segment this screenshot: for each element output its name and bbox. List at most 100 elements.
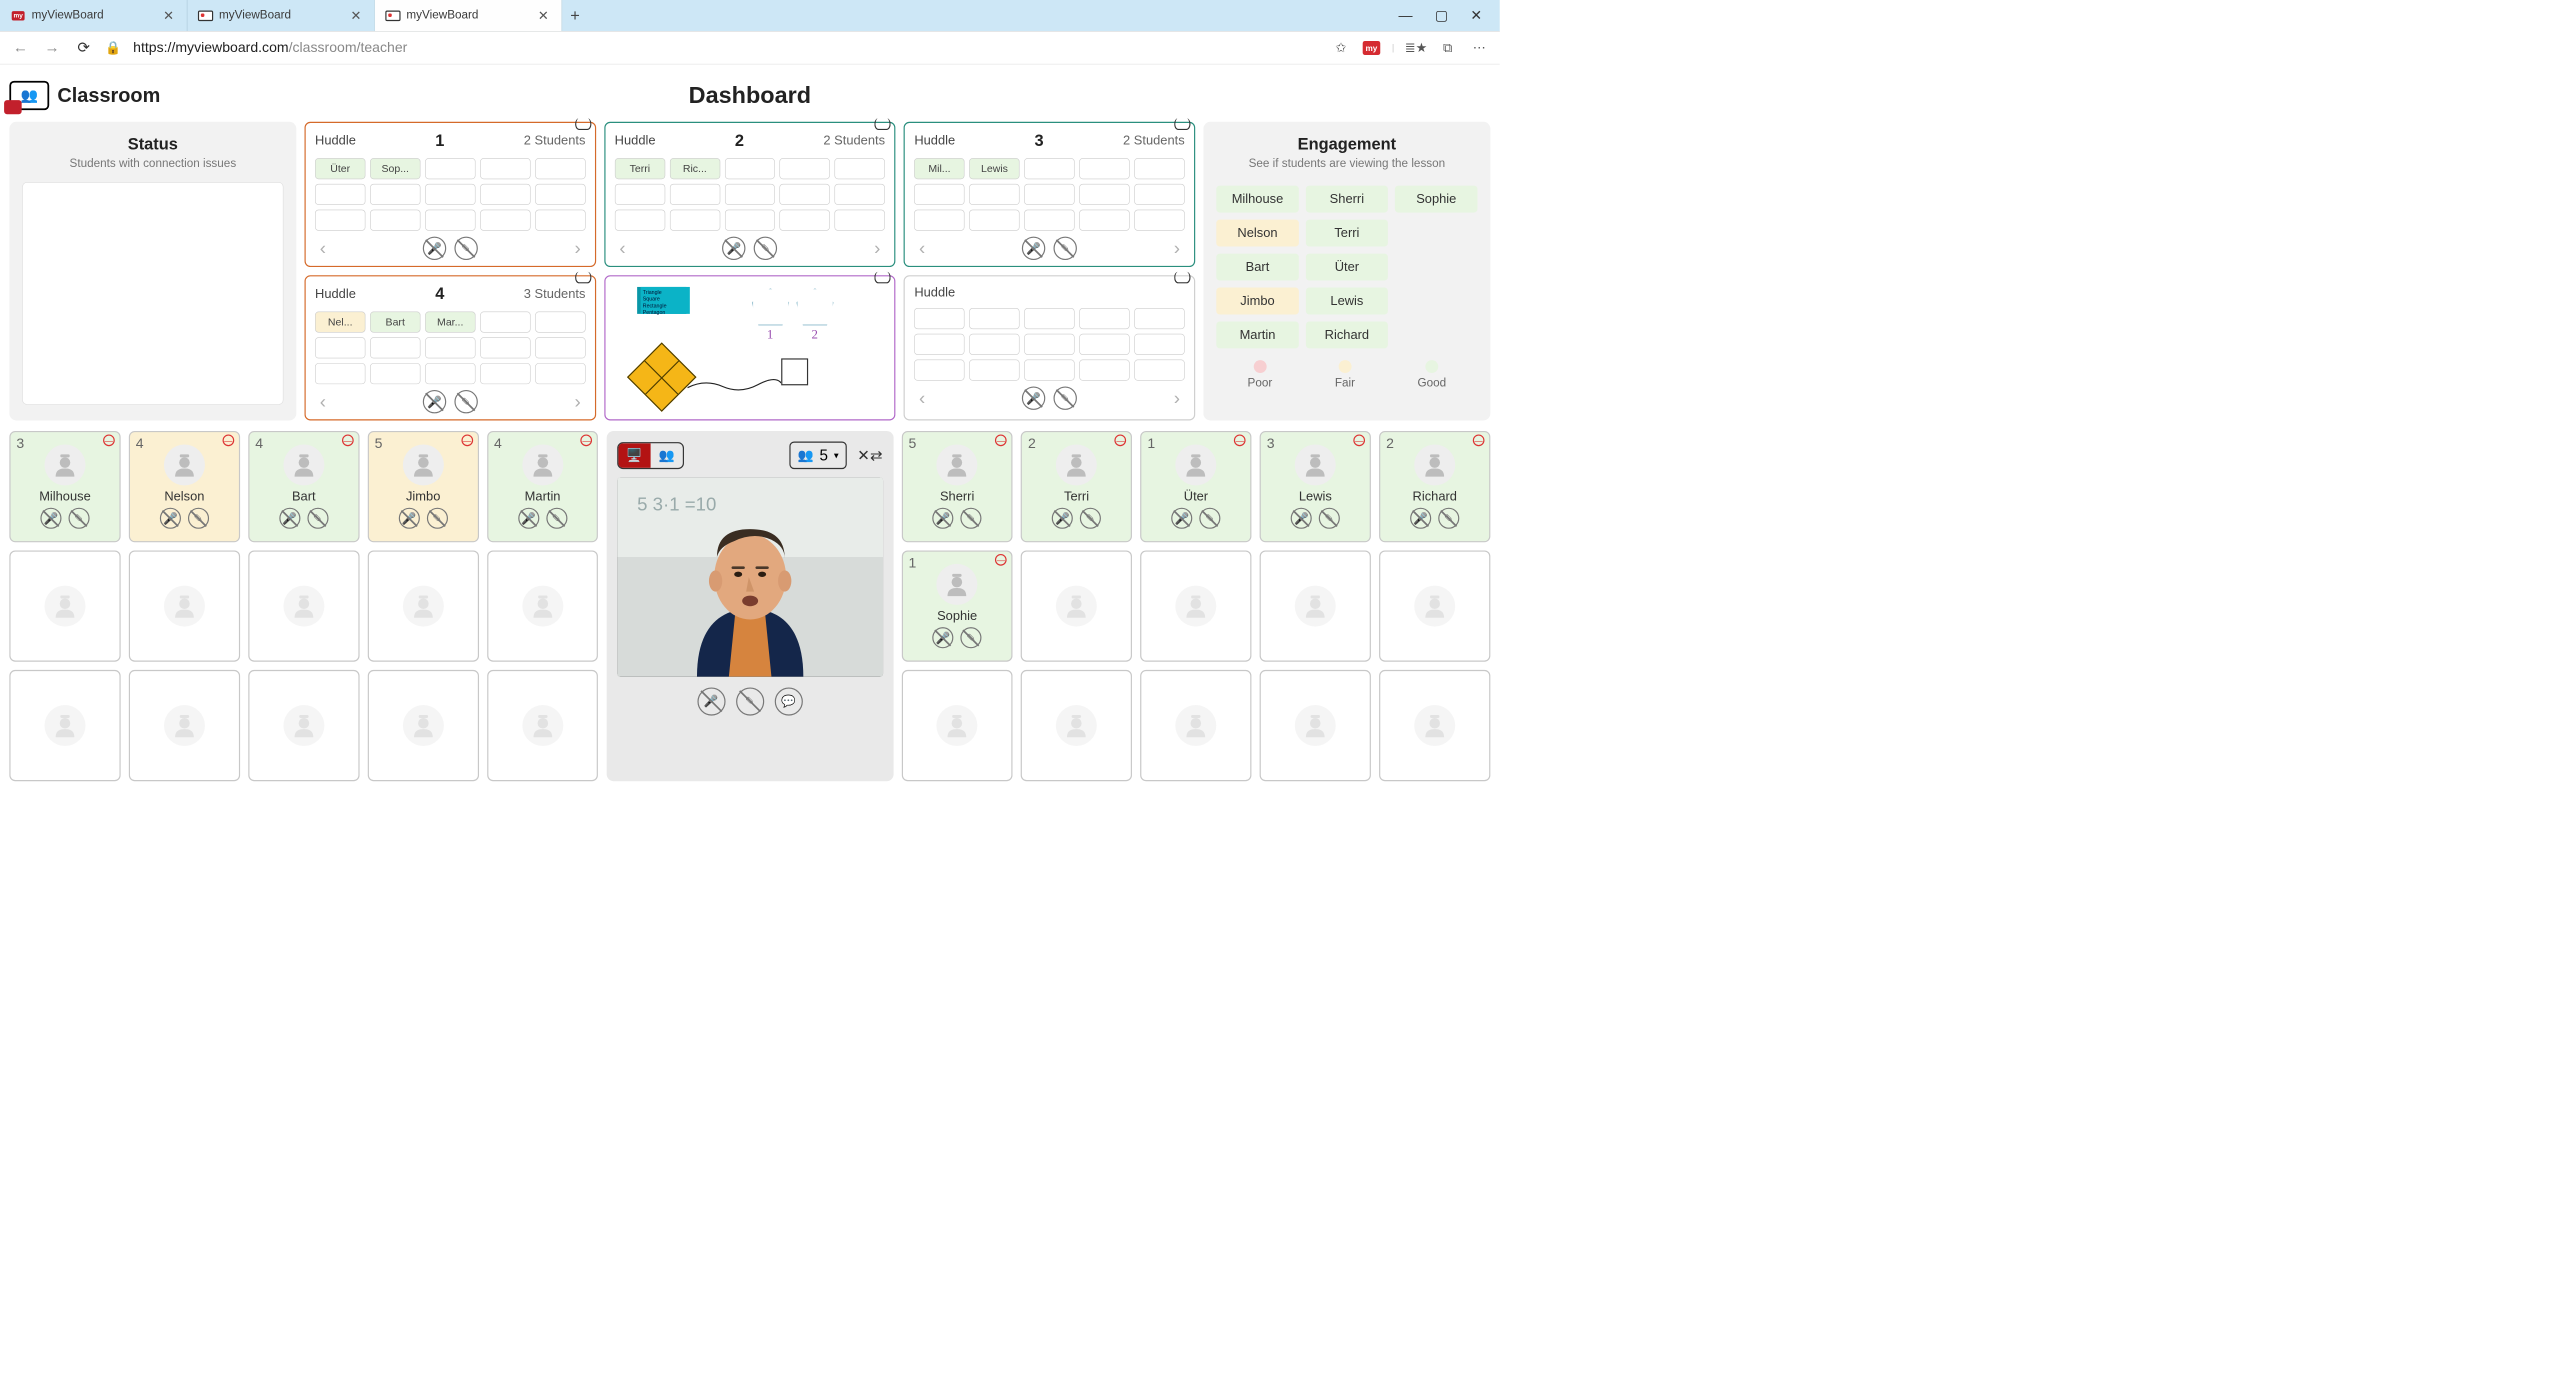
student-slot-empty[interactable] (315, 184, 365, 205)
student-slot-empty[interactable] (914, 210, 964, 231)
remove-student-icon[interactable]: — (1473, 435, 1485, 447)
student-slot-empty[interactable] (1024, 308, 1074, 329)
student-slot-empty[interactable] (615, 210, 665, 231)
remove-student-icon[interactable]: — (461, 435, 473, 447)
close-tab-icon[interactable]: ✕ (348, 8, 363, 23)
student-card[interactable]: 1 —Üter 🎤 ✎ (1140, 431, 1251, 542)
remove-student-icon[interactable]: — (222, 435, 234, 447)
student-slot-empty[interactable] (480, 312, 530, 333)
student-slot-empty[interactable] (370, 363, 420, 384)
huddle-card[interactable]: Huddle12 Students ÜterSop... ‹ 🎤✎ › (305, 122, 596, 267)
student-slot-empty[interactable] (780, 184, 830, 205)
student-card-empty[interactable] (1021, 670, 1132, 781)
student-slot-empty[interactable] (969, 334, 1019, 355)
student-slot-empty[interactable] (315, 337, 365, 358)
huddle-card[interactable]: Huddle ‹ 🎤✎ › (904, 275, 1195, 420)
student-card[interactable]: 4 —Martin 🎤 ✎ (487, 431, 598, 542)
forward-button[interactable]: → (42, 38, 62, 58)
huddle-card[interactable]: Huddle43 Students Nel...BartMar... ‹ 🎤✎ … (305, 275, 596, 420)
student-card-empty[interactable] (129, 550, 240, 661)
student-slot-empty[interactable] (1079, 334, 1129, 355)
refresh-button[interactable]: ⟳ (74, 38, 94, 58)
mic-mute-icon[interactable]: 🎤 (1291, 508, 1312, 529)
mic-mute-icon[interactable]: 🎤 (1171, 508, 1192, 529)
student-card[interactable]: 1 —Sophie 🎤 ✎ (902, 550, 1013, 661)
student-card[interactable]: 5 —Jimbo 🎤 ✎ (368, 431, 479, 542)
chevron-left-icon[interactable]: ‹ (315, 391, 331, 413)
student-card-empty[interactable] (902, 670, 1013, 781)
student-slot-empty[interactable] (425, 337, 475, 358)
student-slot-empty[interactable] (1134, 158, 1184, 179)
pen-disable-icon[interactable]: ✎ (1054, 386, 1077, 409)
favorites-bar-icon[interactable]: ≣★ (1406, 38, 1426, 58)
student-slot-empty[interactable] (315, 363, 365, 384)
student-slot-empty[interactable] (535, 363, 585, 384)
whiteboard-tile[interactable]: TriangleSquareRectanglePentagon 1 2 (604, 275, 895, 420)
student-card-empty[interactable] (1140, 670, 1251, 781)
engagement-chip[interactable]: Terri (1306, 220, 1388, 247)
student-slot-empty[interactable] (725, 210, 775, 231)
student-slot[interactable]: Üter (315, 158, 365, 179)
student-slot-empty[interactable] (969, 308, 1019, 329)
pen-disable-icon[interactable]: ✎ (961, 627, 982, 648)
student-card-empty[interactable] (1140, 550, 1251, 661)
student-slot-empty[interactable] (615, 184, 665, 205)
engagement-chip[interactable]: Lewis (1306, 288, 1388, 315)
chevron-right-icon[interactable]: › (570, 391, 586, 413)
student-slot-empty[interactable] (1024, 334, 1074, 355)
student-card[interactable]: 2 —Richard 🎤 ✎ (1379, 431, 1490, 542)
student-slot[interactable]: Sop... (370, 158, 420, 179)
remove-student-icon[interactable]: — (1115, 435, 1127, 447)
maximize-icon[interactable]: ▢ (1435, 7, 1448, 24)
chevron-right-icon[interactable]: › (869, 237, 885, 259)
flip-icon[interactable] (874, 118, 890, 130)
student-card-empty[interactable] (1379, 550, 1490, 661)
student-slot-empty[interactable] (535, 158, 585, 179)
minimize-icon[interactable]: — (1399, 7, 1413, 23)
student-slot-empty[interactable] (425, 158, 475, 179)
mic-mute-icon[interactable]: 🎤 (423, 237, 446, 260)
pen-disable-icon[interactable]: ✎ (546, 508, 567, 529)
chevron-left-icon[interactable]: ‹ (315, 237, 331, 259)
student-card-empty[interactable] (368, 550, 479, 661)
student-card-empty[interactable] (487, 550, 598, 661)
engagement-chip[interactable]: Martin (1216, 321, 1298, 348)
remove-student-icon[interactable]: — (995, 554, 1007, 566)
more-icon[interactable]: ⋯ (1469, 38, 1489, 58)
mic-mute-icon[interactable]: 🎤 (423, 390, 446, 413)
chat-icon[interactable]: 💬 (774, 687, 802, 715)
mic-mute-icon[interactable]: 🎤 (279, 508, 300, 529)
pen-disable-icon[interactable]: ✎ (1199, 508, 1220, 529)
student-slot[interactable]: Lewis (969, 158, 1019, 179)
mic-mute-icon[interactable]: 🎤 (1410, 508, 1431, 529)
engagement-chip[interactable]: Nelson (1216, 220, 1298, 247)
browser-tab[interactable]: myViewBoard✕ (375, 0, 562, 31)
student-card-empty[interactable] (1379, 670, 1490, 781)
student-slot-empty[interactable] (1134, 184, 1184, 205)
engagement-chip[interactable]: Bart (1216, 254, 1298, 281)
student-slot-empty[interactable] (1079, 308, 1129, 329)
back-button[interactable]: ← (11, 38, 31, 58)
student-slot-empty[interactable] (425, 363, 475, 384)
remove-student-icon[interactable]: — (1353, 435, 1365, 447)
student-slot-empty[interactable] (1024, 184, 1074, 205)
student-slot-empty[interactable] (969, 210, 1019, 231)
student-card-empty[interactable] (1021, 550, 1132, 661)
group-size-select[interactable]: 👥 5 ▾ (789, 442, 846, 470)
mic-mute-icon[interactable]: 🎤 (1052, 508, 1073, 529)
extension-myviewboard-icon[interactable]: my (1363, 41, 1381, 55)
engagement-chip[interactable]: Jimbo (1216, 288, 1298, 315)
student-slot-empty[interactable] (535, 210, 585, 231)
flip-icon[interactable] (1174, 272, 1190, 284)
huddle-card[interactable]: Huddle22 Students TerriRic... ‹ 🎤✎ › (604, 122, 895, 267)
chevron-left-icon[interactable]: ‹ (615, 237, 631, 259)
pen-disable-icon[interactable]: ✎ (1080, 508, 1101, 529)
student-slot-empty[interactable] (1079, 360, 1129, 381)
student-slot-empty[interactable] (780, 210, 830, 231)
pen-disable-icon[interactable]: ✎ (68, 508, 89, 529)
student-card[interactable]: 3 —Milhouse 🎤 ✎ (9, 431, 120, 542)
student-card-empty[interactable] (129, 670, 240, 781)
mode-grid-icon[interactable]: 👥 (651, 443, 683, 468)
student-slot-empty[interactable] (425, 210, 475, 231)
collections-icon[interactable]: ⧉ (1438, 38, 1458, 58)
